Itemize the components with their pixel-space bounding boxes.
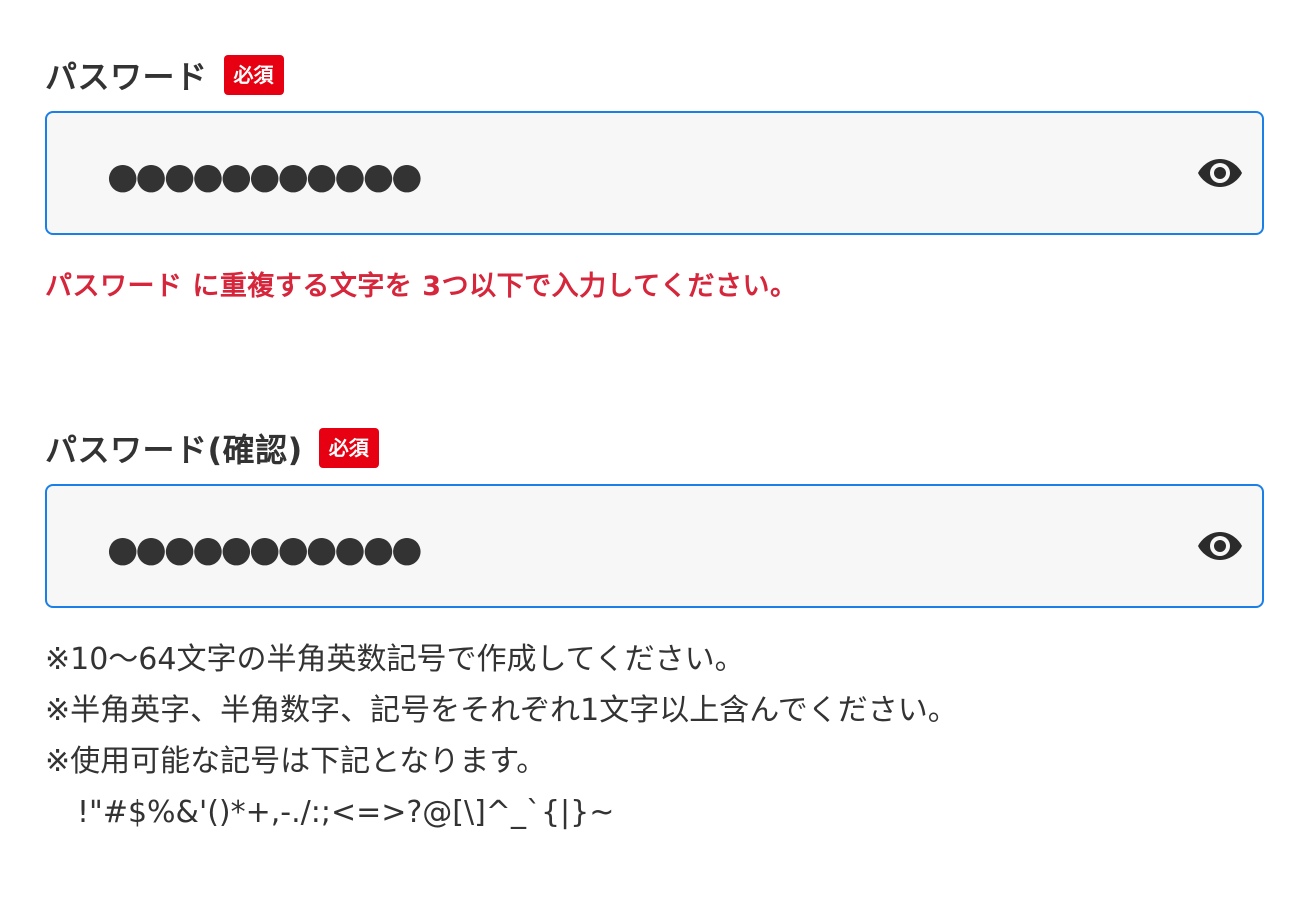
eye-icon[interactable] bbox=[1196, 526, 1244, 566]
required-badge: 必須 bbox=[223, 55, 284, 95]
password-requirements: ※10〜64文字の半角英数記号で作成してください。 ※半角英字、半角数字、記号を… bbox=[45, 634, 958, 838]
password-confirm-label-row: パスワード(確認) 必須 bbox=[45, 427, 379, 469]
password-confirm-input[interactable]: ●●●●●●●●●●● bbox=[45, 484, 1264, 608]
password-label: パスワード bbox=[45, 58, 208, 96]
password-confirm-label: パスワード(確認) bbox=[45, 431, 303, 469]
password-confirm-masked-value: ●●●●●●●●●●● bbox=[107, 529, 423, 570]
eye-icon[interactable] bbox=[1196, 153, 1244, 193]
required-badge: 必須 bbox=[318, 428, 379, 468]
password-label-row: パスワード 必須 bbox=[45, 54, 284, 96]
note-length: ※10〜64文字の半角英数記号で作成してください。 bbox=[45, 642, 745, 677]
note-allowed-symbols: ※使用可能な記号は下記となります。 bbox=[45, 744, 547, 779]
allowed-symbols-list: !"#$%&'()*+,-./:;<=>?@[\]^_`{|}~ bbox=[77, 795, 615, 830]
password-input[interactable]: ●●●●●●●●●●● bbox=[45, 111, 1264, 235]
password-error-message: パスワード に重複する文字を 3つ以下で入力してください。 bbox=[45, 271, 798, 302]
password-masked-value: ●●●●●●●●●●● bbox=[107, 156, 423, 197]
note-character-types: ※半角英字、半角数字、記号をそれぞれ1文字以上含んでください。 bbox=[45, 693, 958, 728]
